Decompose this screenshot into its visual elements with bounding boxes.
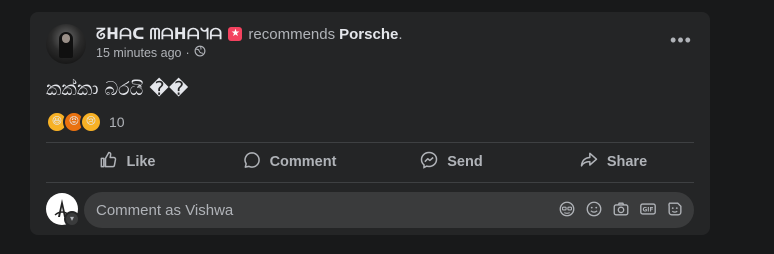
send-label: Send xyxy=(447,154,483,170)
comment-box: GIF xyxy=(84,192,694,228)
recommends-text: recommends xyxy=(248,25,336,43)
camera-icon[interactable] xyxy=(612,200,630,218)
like-button[interactable]: Like xyxy=(46,144,208,180)
comment-button[interactable]: Comment xyxy=(208,144,370,180)
share-arrow-icon xyxy=(579,150,599,174)
post-content: කක්කා බරයි �� xyxy=(46,78,189,100)
divider-top xyxy=(46,142,694,143)
page-name-link[interactable]: Porsche xyxy=(339,26,398,43)
action-bar: Like Comment Send Share xyxy=(46,144,694,180)
sticker-icon[interactable] xyxy=(666,200,684,218)
divider-bottom xyxy=(46,182,694,183)
comment-tools: GIF xyxy=(558,200,684,218)
comment-label: Comment xyxy=(269,154,337,170)
meta-separator: · xyxy=(185,45,190,60)
author-avatar[interactable] xyxy=(46,24,86,64)
more-options-button[interactable]: ••• xyxy=(666,30,696,50)
author-name[interactable]: ᘔᕼᗩᑕ ᗰᗩᕼᗩᖻᗩ xyxy=(96,25,222,43)
post-meta: 15 minutes ago · xyxy=(96,45,206,60)
avatar-face xyxy=(62,34,70,43)
comment-input[interactable] xyxy=(84,192,548,228)
send-button[interactable]: Send xyxy=(370,144,532,180)
share-label: Share xyxy=(606,154,648,170)
account-switch-icon[interactable]: ▾ xyxy=(64,211,80,227)
thumbs-up-icon xyxy=(98,150,118,174)
comment-composer: ▾ GIF xyxy=(46,192,694,228)
comment-bubble-icon xyxy=(242,150,262,174)
gif-icon[interactable]: GIF xyxy=(639,200,657,218)
share-button[interactable]: Share xyxy=(532,144,694,180)
emoji-icon[interactable] xyxy=(585,200,603,218)
globe-icon xyxy=(194,45,206,60)
page-suffix: . xyxy=(398,25,403,43)
like-label: Like xyxy=(126,154,156,170)
messenger-icon xyxy=(419,150,439,174)
more-dots-icon: ••• xyxy=(670,29,692,50)
svg-text:GIF: GIF xyxy=(643,207,654,213)
post-timestamp[interactable]: 15 minutes ago xyxy=(96,46,181,60)
reactions-summary[interactable]: 😆 😡 😢 10 xyxy=(46,111,125,133)
reaction-count: 10 xyxy=(109,114,125,130)
post-card: ᘔᕼᗩᑕ ᗰᗩᕼᗩᖻᗩ ★ recommends Porsche. 15 min… xyxy=(30,12,710,235)
sad-reaction-icon: 😢 xyxy=(80,111,102,133)
post-header: ᘔᕼᗩᑕ ᗰᗩᕼᗩᖻᗩ ★ recommends Porsche. xyxy=(96,25,403,44)
recommend-badge-icon: ★ xyxy=(228,27,243,41)
user-avatar[interactable]: ▾ xyxy=(46,193,80,227)
avatar-sticker-icon[interactable] xyxy=(558,200,576,218)
